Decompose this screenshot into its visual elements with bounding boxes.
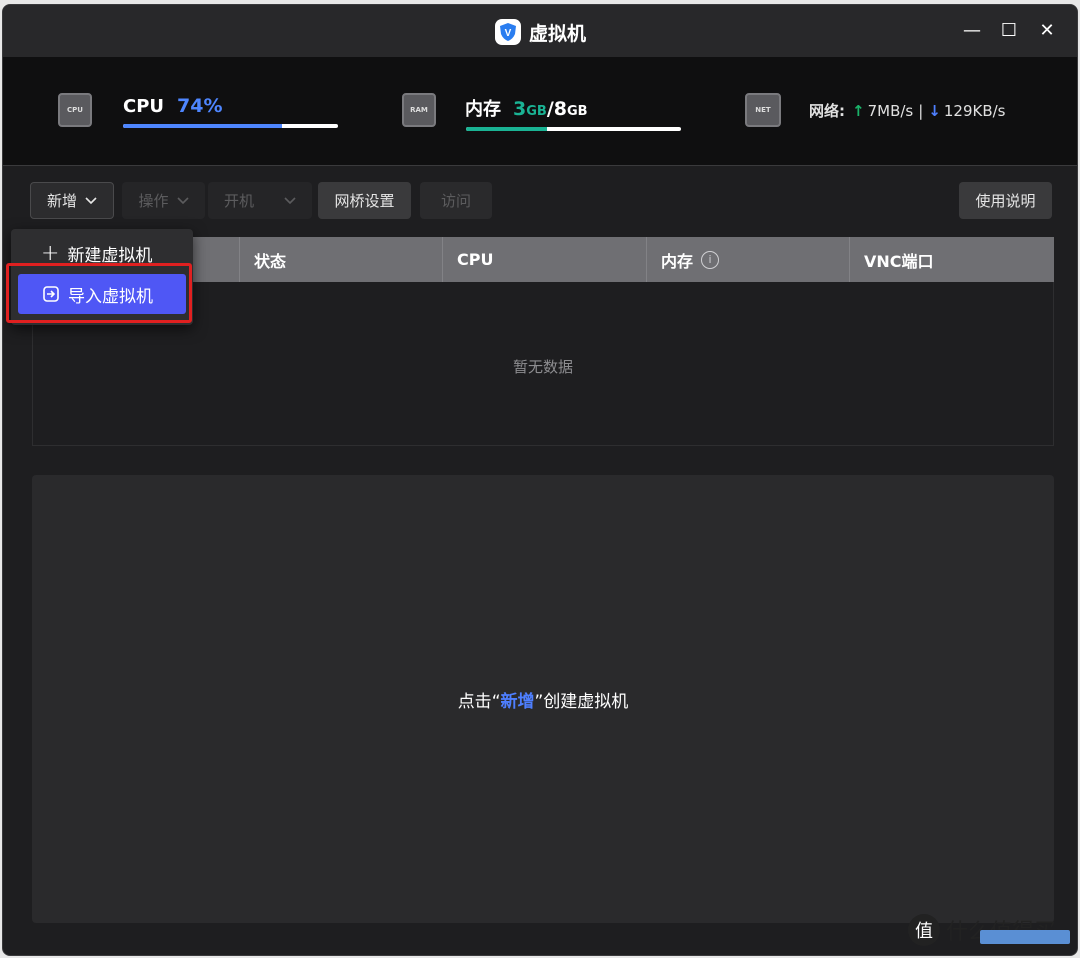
memory-separator: / bbox=[546, 98, 554, 120]
hint-new-link[interactable]: 新增 bbox=[501, 692, 535, 712]
table-header-vnc: VNC端口 bbox=[849, 237, 1054, 282]
table-header-memory: 内存 i bbox=[646, 237, 849, 282]
operate-dropdown-button[interactable]: 操作 bbox=[122, 182, 205, 219]
info-icon[interactable]: i bbox=[701, 250, 720, 269]
window-title: 虚拟机 bbox=[529, 22, 587, 45]
download-arrow-icon: ↓ bbox=[928, 101, 941, 120]
cpu-usage-fill bbox=[123, 124, 283, 128]
cpu-usage-bar bbox=[123, 124, 338, 128]
memory-used-unit: GB bbox=[526, 104, 547, 119]
bridge-settings-label: 网桥设置 bbox=[334, 192, 395, 210]
cpu-value: 74% bbox=[177, 95, 223, 117]
upload-arrow-icon: ↑ bbox=[852, 101, 865, 120]
memory-usage-bar bbox=[466, 127, 681, 131]
maximize-icon: ☐ bbox=[1000, 20, 1018, 41]
watermark-bar bbox=[980, 930, 1070, 944]
upload-speed: 7MB/s bbox=[867, 101, 914, 120]
cpu-chip-icon: CPU bbox=[58, 93, 92, 127]
column-status-label: 状态 bbox=[254, 251, 287, 271]
help-label: 使用说明 bbox=[975, 192, 1036, 210]
column-cpu-label: CPU bbox=[457, 250, 494, 269]
logo-letter: V bbox=[505, 28, 512, 39]
operate-button-label: 操作 bbox=[138, 192, 169, 210]
power-button-label: 开机 bbox=[223, 192, 254, 210]
create-hint: 点击“新增”创建虚拟机 bbox=[32, 687, 1054, 712]
title-bar: V 虚拟机 — ☐ ✕ bbox=[3, 5, 1077, 58]
maximize-button[interactable]: ☐ bbox=[996, 19, 1022, 43]
minimize-button[interactable]: — bbox=[959, 19, 985, 43]
table-header-cpu: CPU bbox=[442, 237, 646, 282]
empty-state-text: 暂无数据 bbox=[512, 358, 573, 376]
chevron-down-icon bbox=[284, 196, 296, 204]
cpu-label: CPU bbox=[123, 96, 165, 117]
app-logo-icon: V bbox=[495, 19, 521, 45]
network-label: 网络: bbox=[809, 102, 845, 120]
vm-window: V 虚拟机 — ☐ ✕ CPU CPU 74% RAM 内存 3GB/8GB N… bbox=[2, 4, 1078, 956]
hint-open-quote: “ bbox=[491, 692, 501, 712]
help-button[interactable]: 使用说明 bbox=[959, 182, 1052, 219]
power-dropdown-button[interactable]: 开机 bbox=[208, 182, 312, 219]
chevron-down-icon bbox=[85, 196, 97, 204]
vm-detail-panel: 点击“新增”创建虚拟机 bbox=[32, 475, 1054, 923]
network-stat: 网络: ↑ 7MB/s | ↓ 129KB/s bbox=[809, 100, 1006, 121]
download-speed: 129KB/s bbox=[943, 101, 1006, 120]
hint-after: 创建虚拟机 bbox=[543, 692, 629, 712]
new-dropdown-button[interactable]: 新增 bbox=[30, 182, 114, 219]
network-divider: | bbox=[918, 101, 924, 120]
table-header-status: 状态 bbox=[239, 237, 442, 282]
create-vm-label: 新建虚拟机 bbox=[67, 245, 153, 266]
column-memory-label: 内存 bbox=[661, 251, 694, 271]
visit-label: 访问 bbox=[440, 192, 471, 210]
memory-label: 内存 bbox=[465, 99, 501, 120]
net-icon: NET bbox=[745, 93, 781, 127]
memory-total-unit: GB bbox=[567, 104, 588, 119]
new-button-label: 新增 bbox=[46, 192, 77, 210]
column-vnc-label: VNC端口 bbox=[864, 251, 934, 271]
ram-chip-icon: RAM bbox=[402, 93, 436, 127]
plus-icon: + bbox=[41, 240, 60, 266]
cpu-chip-text: CPU bbox=[67, 106, 83, 114]
bridge-settings-button[interactable]: 网桥设置 bbox=[318, 182, 411, 219]
memory-value: 3GB/8GB bbox=[513, 98, 588, 120]
highlight-box bbox=[6, 263, 192, 323]
memory-total: 8 bbox=[553, 98, 568, 120]
shield-icon: V bbox=[500, 23, 516, 41]
memory-usage-fill bbox=[466, 127, 547, 131]
watermark-logo-icon: 值 bbox=[908, 914, 940, 946]
close-button[interactable]: ✕ bbox=[1034, 19, 1060, 43]
title-group: V 虚拟机 bbox=[495, 18, 586, 46]
ram-chip-text: RAM bbox=[410, 106, 428, 114]
minimize-icon: — bbox=[963, 20, 981, 41]
hint-before: 点击 bbox=[457, 692, 492, 712]
memory-stat: 内存 3GB/8GB bbox=[465, 95, 588, 121]
visit-button[interactable]: 访问 bbox=[420, 182, 492, 219]
resource-stats-bar: CPU CPU 74% RAM 内存 3GB/8GB NET 网络: ↑ 7MB… bbox=[3, 57, 1077, 166]
close-icon: ✕ bbox=[1039, 20, 1055, 41]
chevron-down-icon bbox=[176, 196, 189, 204]
hint-close-quote: ” bbox=[534, 692, 544, 712]
memory-used: 3 bbox=[513, 98, 527, 120]
net-chip-text: NET bbox=[755, 106, 771, 114]
